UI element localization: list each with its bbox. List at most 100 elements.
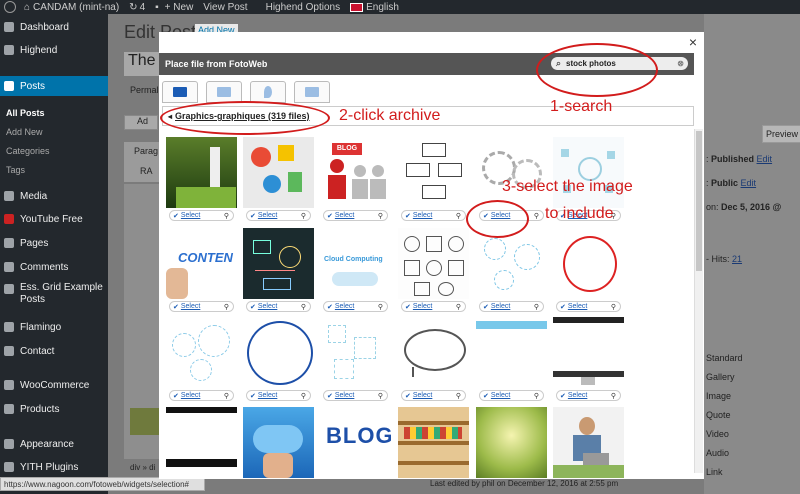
preview-button[interactable]: Preview	[762, 125, 800, 143]
sidebar-item-ess-grid[interactable]: Ess. Grid Example Posts	[0, 282, 108, 316]
new-link[interactable]: + New	[165, 2, 194, 13]
sidebar-item-woocommerce[interactable]: WooCommerce	[0, 375, 108, 395]
post-format-option[interactable]: Image	[706, 391, 731, 401]
thumbnail-image-woman-laptop[interactable]	[553, 407, 624, 478]
thumbnail-image-monitor[interactable]	[553, 317, 624, 388]
sidebar-item-comments[interactable]: Comments	[0, 257, 108, 277]
sidebar-sub-all-posts[interactable]: All Posts	[6, 108, 45, 118]
paragraph-select[interactable]: Parag	[134, 146, 158, 156]
wordpress-icon[interactable]	[4, 1, 16, 13]
location-pin-icon[interactable]: ⚲	[456, 392, 461, 400]
tab-map[interactable]	[250, 81, 286, 103]
select-link[interactable]: Select	[568, 303, 587, 310]
thumbnail-image-blog-people[interactable]: BLOG	[320, 137, 391, 208]
thumbnail-card[interactable]: ✔ Select ⚲	[320, 317, 391, 404]
thumbnail-image-cloud-computing[interactable]: Cloud Computing	[320, 228, 391, 299]
location-pin-icon[interactable]: ⚲	[456, 303, 461, 311]
thumbnail-image-blue-stripe[interactable]	[476, 317, 547, 388]
view-post-link[interactable]: View Post	[203, 2, 247, 13]
sidebar-sub-add-new[interactable]: Add New	[6, 127, 43, 137]
thumbnail-card[interactable]: ✔ Select ⚲	[476, 228, 547, 315]
location-pin-icon[interactable]: ⚲	[456, 212, 461, 220]
thumbnail-image-bokeh[interactable]	[476, 407, 547, 478]
highend-options-link[interactable]: Highend Options	[266, 2, 341, 13]
sidebar-item-appearance[interactable]: Appearance	[0, 434, 108, 454]
thumbnail-card[interactable]: ✔ Select ⚲	[398, 317, 469, 404]
thumbnail-card[interactable]: BLOG	[320, 407, 391, 494]
sidebar-item-media[interactable]: Media	[0, 186, 108, 206]
location-pin-icon[interactable]: ⚲	[224, 212, 229, 220]
sidebar-item-yith[interactable]: YITH Plugins	[0, 457, 108, 477]
select-link[interactable]: Select	[491, 303, 510, 310]
select-link[interactable]: Select	[181, 392, 200, 399]
select-link[interactable]: Select	[258, 392, 277, 399]
thumbnail-card[interactable]: ✔ Select ⚲	[398, 137, 469, 224]
select-link[interactable]: Select	[258, 212, 277, 219]
modal-scrollbar[interactable]	[694, 129, 703, 473]
thumbnail-image-bubbles-2[interactable]	[166, 317, 237, 388]
thumbnail-image-shelves[interactable]	[398, 407, 469, 478]
thumbnail-card[interactable]: ✔ Select ⚲	[243, 228, 314, 315]
thumbnail-card[interactable]	[398, 407, 469, 494]
thumbnail-card[interactable]: Cloud Computing ✔ Select ⚲	[320, 228, 391, 315]
thumbnail-card[interactable]: ✔ Select ⚲	[476, 317, 547, 404]
select-link[interactable]: Select	[413, 303, 432, 310]
location-pin-icon[interactable]: ⚲	[301, 392, 306, 400]
location-pin-icon[interactable]: ⚲	[301, 303, 306, 311]
thumbnail-image-blog-3d[interactable]: BLOG	[320, 407, 391, 478]
thumbnail-card[interactable]	[476, 407, 547, 494]
thumbnail-image-squares[interactable]	[320, 317, 391, 388]
select-link[interactable]: Select	[181, 303, 200, 310]
sidebar-item-flamingo[interactable]: Flamingo	[0, 317, 108, 337]
thumbnail-card[interactable]: ✔ Select ⚲	[553, 317, 624, 404]
sidebar-sub-tags[interactable]: Tags	[6, 165, 25, 175]
thumbnail-card[interactable]: CONTEN ✔ Select ⚲	[166, 228, 237, 315]
location-pin-icon[interactable]: ⚲	[534, 392, 539, 400]
tab-briefcase[interactable]	[206, 81, 242, 103]
thumbnail-card[interactable]	[166, 407, 237, 494]
thumbnail-image-network-icons[interactable]	[553, 137, 624, 208]
thumbnail-image-cloud-hand[interactable]	[243, 407, 314, 478]
post-format-option[interactable]: Link	[706, 467, 723, 477]
location-pin-icon[interactable]: ⚲	[611, 303, 616, 311]
location-pin-icon[interactable]: ⚲	[378, 303, 383, 311]
post-format-option[interactable]: Standard	[706, 353, 743, 363]
select-link[interactable]: Select	[258, 303, 277, 310]
clear-search-icon[interactable]: ⊗	[677, 59, 684, 68]
thumbnail-image-monitor-dark[interactable]	[166, 407, 237, 478]
select-link[interactable]: Select	[181, 212, 200, 219]
tab-archive[interactable]	[162, 81, 198, 103]
location-pin-icon[interactable]: ⚲	[224, 392, 229, 400]
thumbnail-image-blue-circle[interactable]	[243, 317, 314, 388]
select-link[interactable]: Select	[335, 303, 354, 310]
toolbar-ra-button[interactable]: RA	[140, 166, 153, 176]
location-pin-icon[interactable]: ⚲	[378, 392, 383, 400]
select-link[interactable]: Select	[413, 392, 432, 399]
thumbnail-card[interactable]: ✔ Select ⚲	[553, 228, 624, 315]
location-pin-icon[interactable]: ⚲	[611, 392, 616, 400]
post-title-input[interactable]: The	[124, 52, 159, 76]
thumbnail-card[interactable]: ✔ Select ⚲	[398, 228, 469, 315]
status-edit-link[interactable]: Edit	[757, 154, 773, 164]
post-format-option[interactable]: Video	[706, 429, 729, 439]
thumbnail-image-flowchart[interactable]	[398, 137, 469, 208]
select-link[interactable]: Select	[568, 392, 587, 399]
location-pin-icon[interactable]: ⚲	[378, 212, 383, 220]
thumbnail-card[interactable]	[243, 407, 314, 494]
location-pin-icon[interactable]: ⚲	[534, 212, 539, 220]
thumbnail-image-chalkboard-doodles[interactable]	[243, 228, 314, 299]
thumbnail-card[interactable]: ✔ Select ⚲	[166, 317, 237, 404]
location-pin-icon[interactable]: ⚲	[534, 303, 539, 311]
hits-value[interactable]: 21	[732, 254, 742, 264]
thumbnail-card[interactable]	[553, 407, 624, 494]
sidebar-item-pages[interactable]: Pages	[0, 233, 108, 253]
thumbnail-image-speech-bubble[interactable]	[398, 317, 469, 388]
close-icon[interactable]: ×	[686, 34, 700, 50]
thumbnail-image-gears[interactable]	[476, 137, 547, 208]
sidebar-item-highend[interactable]: Highend	[0, 40, 108, 60]
sidebar-item-dashboard[interactable]: Dashboard	[0, 17, 108, 37]
tab-upload[interactable]	[294, 81, 330, 103]
thumbnail-image-icon-sketches[interactable]	[398, 228, 469, 299]
sidebar-item-youtube[interactable]: YouTube Free	[0, 209, 108, 229]
post-format-option[interactable]: Gallery	[706, 372, 735, 382]
